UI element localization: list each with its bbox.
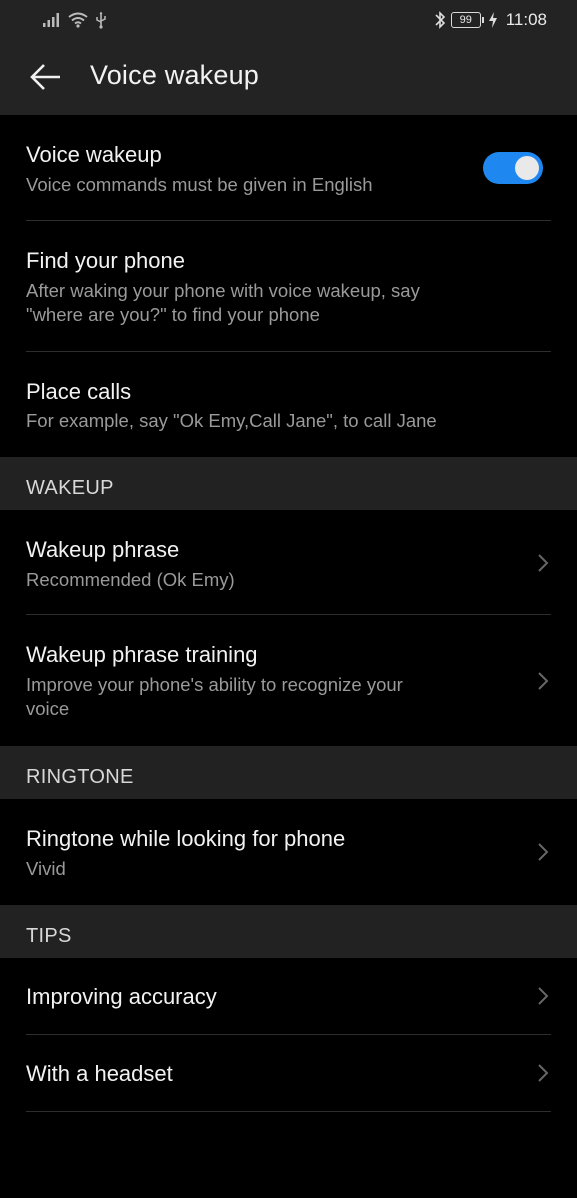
ringtone-title: Ringtone while looking for phone bbox=[26, 826, 346, 851]
divider bbox=[26, 1111, 551, 1112]
ringtone-row[interactable]: Ringtone while looking for phone Vivid bbox=[0, 799, 577, 905]
with-a-headset-title: With a headset bbox=[26, 1061, 173, 1086]
section-header-wakeup: WAKEUP bbox=[0, 457, 577, 510]
back-arrow-icon bbox=[30, 64, 60, 90]
find-your-phone-title: Find your phone bbox=[26, 248, 185, 273]
section-header-label: TIPS bbox=[26, 925, 72, 947]
usb-icon bbox=[96, 11, 106, 29]
find-your-phone-row[interactable]: Find your phone After waking your phone … bbox=[0, 221, 577, 351]
section-header-tips: TIPS bbox=[0, 905, 577, 958]
chevron-right-icon bbox=[538, 554, 549, 572]
section-header-label: RINGTONE bbox=[26, 766, 134, 788]
wakeup-phrase-row[interactable]: Wakeup phrase Recommended (Ok Emy) bbox=[0, 510, 577, 614]
page-title: Voice wakeup bbox=[90, 60, 260, 90]
place-calls-title: Place calls bbox=[26, 379, 132, 404]
voice-wakeup-row[interactable]: Voice wakeup Voice commands must be give… bbox=[0, 115, 577, 220]
status-bar: 99 11:08 bbox=[0, 0, 577, 40]
wakeup-settings: Wakeup phrase Recommended (Ok Emy) Wakeu… bbox=[0, 510, 577, 746]
status-left-icons bbox=[42, 10, 108, 30]
wifi-icon bbox=[68, 12, 88, 28]
with-a-headset-row[interactable]: With a headset bbox=[0, 1035, 577, 1111]
app-bar: Voice wakeup bbox=[0, 40, 577, 115]
signal-icon bbox=[43, 13, 59, 27]
charging-icon bbox=[488, 12, 497, 28]
battery-level: 99 bbox=[450, 12, 481, 28]
place-calls-subtitle: For example, say "Ok Emy,Call Jane", to … bbox=[26, 410, 437, 431]
wakeup-phrase-training-row[interactable]: Wakeup phrase training Improve your phon… bbox=[0, 615, 577, 746]
wakeup-phrase-training-title: Wakeup phrase training bbox=[26, 642, 258, 667]
find-your-phone-subtitle-line2: "where are you?" to find your phone bbox=[26, 304, 320, 325]
wakeup-phrase-training-subtitle-line2: voice bbox=[26, 698, 70, 719]
chevron-right-icon bbox=[538, 987, 549, 1005]
place-calls-row[interactable]: Place calls For example, say "Ok Emy,Cal… bbox=[0, 352, 577, 457]
main-settings: Voice wakeup Voice commands must be give… bbox=[0, 115, 577, 457]
ringtone-subtitle: Vivid bbox=[26, 858, 66, 879]
toggle-knob bbox=[515, 156, 539, 180]
chevron-right-icon bbox=[538, 672, 549, 690]
tips-settings: Improving accuracy With a headset bbox=[0, 958, 577, 1198]
battery-icon: 99 bbox=[450, 12, 484, 28]
voice-wakeup-toggle[interactable] bbox=[483, 152, 543, 184]
wakeup-phrase-training-subtitle-line1: Improve your phone's ability to recogniz… bbox=[26, 674, 403, 695]
section-header-label: WAKEUP bbox=[26, 477, 114, 499]
status-right-icons: 99 11:08 bbox=[433, 8, 547, 32]
wakeup-phrase-title: Wakeup phrase bbox=[26, 537, 180, 562]
bluetooth-icon bbox=[435, 11, 445, 29]
voice-wakeup-title: Voice wakeup bbox=[26, 142, 162, 167]
chevron-right-icon bbox=[538, 1064, 549, 1082]
ringtone-settings: Ringtone while looking for phone Vivid bbox=[0, 799, 577, 905]
voice-wakeup-subtitle: Voice commands must be given in English bbox=[26, 174, 373, 195]
find-your-phone-subtitle-line1: After waking your phone with voice wakeu… bbox=[26, 280, 420, 301]
improving-accuracy-row[interactable]: Improving accuracy bbox=[0, 958, 577, 1034]
section-header-ringtone: RINGTONE bbox=[0, 746, 577, 799]
back-button[interactable] bbox=[24, 56, 66, 98]
improving-accuracy-title: Improving accuracy bbox=[26, 984, 217, 1009]
wakeup-phrase-subtitle: Recommended (Ok Emy) bbox=[26, 569, 235, 590]
status-time: 11:08 bbox=[505, 10, 547, 29]
chevron-right-icon bbox=[538, 843, 549, 861]
